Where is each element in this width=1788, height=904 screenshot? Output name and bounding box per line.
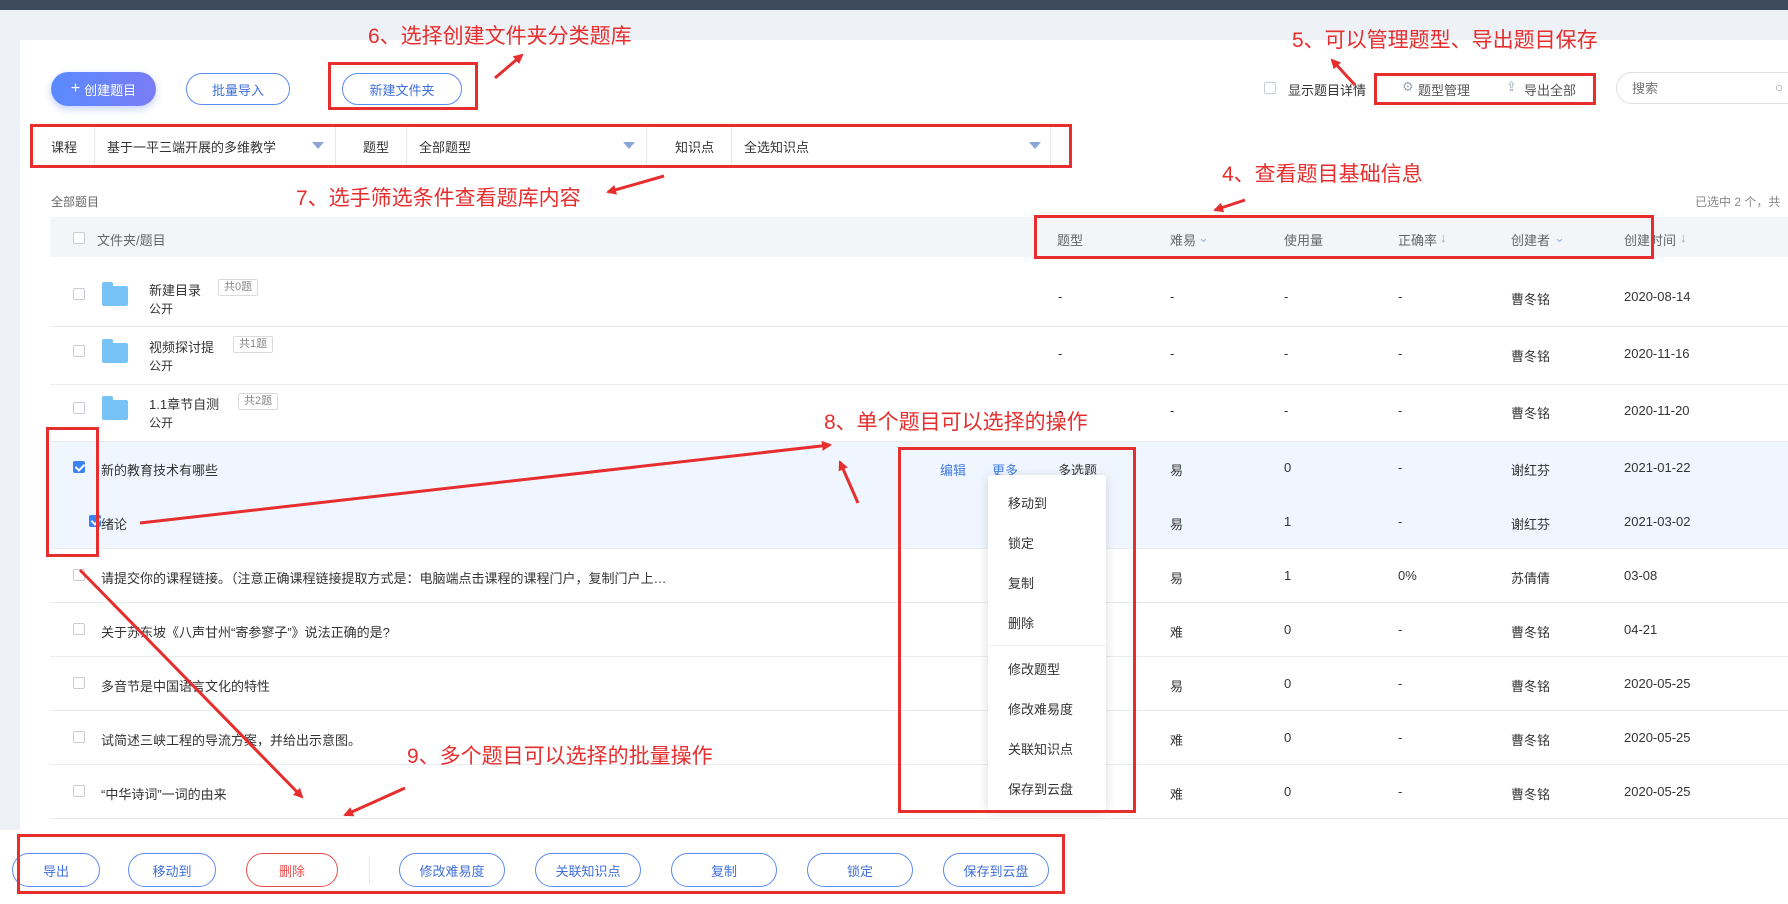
annotation-arrows [78, 53, 1357, 817]
